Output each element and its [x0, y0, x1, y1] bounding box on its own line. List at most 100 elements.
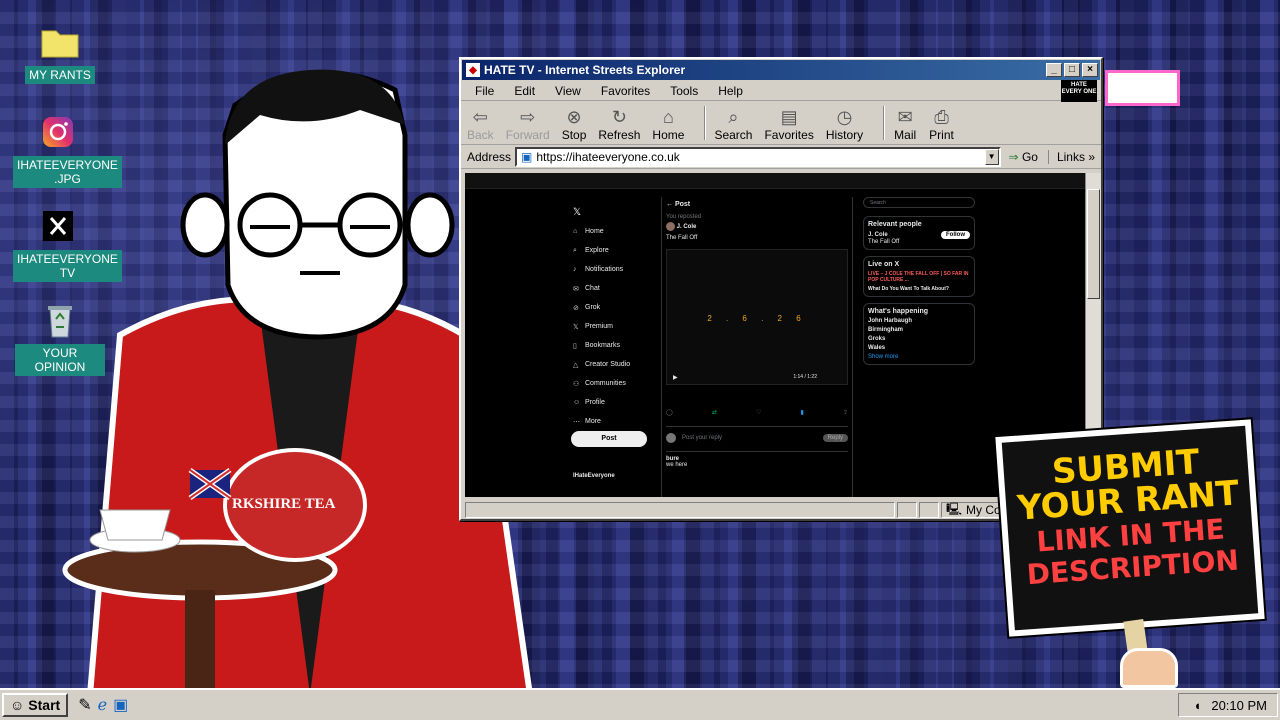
grok-icon: ⊘ — [573, 304, 579, 312]
reply-button[interactable]: Reply — [822, 434, 848, 442]
menu-view[interactable]: View — [545, 84, 591, 98]
post-author[interactable]: J. Cole — [666, 222, 848, 231]
x-post-button[interactable]: Post — [571, 431, 647, 447]
post-text: The Fall Off — [666, 235, 698, 241]
nav-bookmarks[interactable]: ▯ Bookmarks — [573, 336, 630, 355]
start-button[interactable]: ☺ Start — [2, 693, 69, 717]
share-icon[interactable]: ⇪ — [843, 409, 848, 416]
repost-icon[interactable]: ⇄ — [712, 409, 717, 416]
chat-icon: ✉ — [573, 285, 579, 293]
scroll-thumb[interactable] — [1087, 189, 1100, 299]
back-arrow-icon[interactable]: ← — [666, 201, 673, 208]
nav-explore[interactable]: ⌕ Explore — [573, 241, 630, 260]
trend-item[interactable]: Birmingham — [868, 327, 970, 333]
menu-edit[interactable]: Edit — [504, 84, 545, 98]
toolbar-separator — [883, 106, 886, 140]
print-icon: ⎙ — [934, 106, 949, 127]
reply-icon[interactable]: ◯ — [666, 409, 673, 416]
nav-creator-studio[interactable]: △ Creator Studio — [573, 355, 630, 374]
address-value: https://ihateeveryone.co.uk — [536, 149, 680, 164]
whats-happening-card: What's happening John Harbaugh Birmingha… — [863, 303, 975, 365]
live-item[interactable]: LIVE – J COLE THE FALL OFF | SO FAR IN P… — [868, 271, 970, 283]
nav-more[interactable]: ⋯ More — [573, 412, 630, 431]
bookmark-icon: ▯ — [573, 342, 577, 350]
taskbar: ☺ Start ✎ ℯ ▣ ◖ 20:10 PM — [0, 688, 1280, 720]
relevant-person-bio: The Fall Off — [868, 239, 900, 245]
menu-bar: File Edit View Favorites Tools Help HATE… — [461, 80, 1101, 102]
relevant-person-name[interactable]: J. Cole — [868, 232, 888, 238]
home-button[interactable]: ⌂ Home — [652, 106, 684, 143]
home-icon: ⌂ — [573, 228, 578, 235]
home-icon: ⌂ — [662, 106, 674, 127]
bookmark-icon[interactable]: ▮ — [801, 409, 804, 416]
more-icon: ⋯ — [573, 418, 580, 426]
stop-icon: ⊗ — [566, 106, 582, 127]
nav-chat[interactable]: ✉ Chat — [573, 279, 630, 298]
chevron-down-icon[interactable]: ▼ — [984, 148, 999, 165]
desktop-icon[interactable]: ▣ — [113, 695, 128, 715]
menu-tools[interactable]: Tools — [660, 84, 708, 98]
forward-button[interactable]: ⇨ Forward — [506, 106, 550, 143]
start-logo-icon: ☺ — [10, 697, 25, 713]
trend-item[interactable]: Groks — [868, 336, 970, 342]
page-icon: ▣ — [521, 149, 533, 164]
nav-grok[interactable]: ⊘ Grok — [573, 298, 630, 317]
inner-browser-bar — [465, 173, 1085, 189]
status-text — [465, 502, 895, 518]
nav-premium[interactable]: 𝕏 Premium — [573, 317, 630, 336]
menu-help[interactable]: Help — [708, 84, 753, 98]
relevant-people-card: Relevant people J. Cole Follow The Fall … — [863, 216, 975, 250]
favorites-icon: ▤ — [780, 106, 798, 127]
trend-item[interactable]: Wales — [868, 345, 970, 351]
play-icon[interactable]: ▶ — [673, 374, 678, 381]
close-button[interactable]: × — [1082, 63, 1098, 77]
links-button[interactable]: Links » — [1047, 149, 1095, 164]
volume-icon[interactable]: ◖ — [1193, 698, 1201, 713]
mail-button[interactable]: ✉ Mail — [893, 106, 917, 143]
show-more-link[interactable]: Show more — [868, 354, 970, 360]
video-countdown: 2 . 6 . 2 6 — [707, 314, 807, 323]
notepad-icon[interactable]: ✎ — [78, 695, 91, 715]
history-button[interactable]: ◷ History — [826, 106, 863, 143]
nav-home[interactable]: ⌂ Home — [573, 222, 630, 241]
x-main-column: ← Post You reposted J. Cole The Fall Off… — [661, 197, 853, 497]
go-button[interactable]: ⇒ Go — [1009, 150, 1038, 164]
video-player[interactable]: 2 . 6 . 2 6 1:14 / 1:22 ▶ — [666, 249, 848, 385]
window-titlebar[interactable]: ◆ HATE TV - Internet Streets Explorer _ … — [462, 60, 1100, 80]
trend-item[interactable]: John Harbaugh — [868, 318, 970, 324]
status-cell — [919, 502, 939, 518]
reply-input[interactable]: Post your reply — [682, 435, 722, 441]
bell-icon: ♪ — [573, 266, 577, 273]
x-search-input[interactable]: Search — [863, 197, 975, 208]
x-right-sidebar: Search Relevant people J. Cole Follow Th… — [863, 197, 975, 371]
print-button[interactable]: ⎙ Print — [929, 106, 954, 143]
premium-icon: 𝕏 — [573, 323, 579, 331]
favorites-button[interactable]: ▤ Favorites — [764, 106, 813, 143]
back-button[interactable]: ⇦ Back — [467, 106, 494, 143]
maximize-button[interactable]: □ — [1064, 63, 1080, 77]
internet-explorer-icon[interactable]: ℯ — [98, 695, 107, 715]
refresh-button[interactable]: ↻ Refresh — [598, 106, 640, 143]
follow-button[interactable]: Follow — [941, 231, 970, 239]
address-input[interactable]: ▣ https://ihateeveryone.co.uk ▼ — [515, 146, 1001, 167]
x-logo-icon[interactable]: 𝕏 — [573, 203, 630, 222]
search-icon: ⌕ — [728, 106, 739, 127]
computer-icon: 🖳 — [946, 501, 963, 516]
page-content: 𝕏 ⌂ Home ⌕ Explore ♪ Notifications ✉ Chat ⊘ G… — [465, 173, 1085, 497]
stop-button[interactable]: ⊗ Stop — [562, 106, 587, 143]
post-header: ← Post — [666, 201, 691, 208]
live-item[interactable]: What Do You Want To Talk About? — [868, 286, 970, 292]
forward-arrow-icon: ⇨ — [520, 106, 536, 127]
back-arrow-icon: ⇦ — [472, 106, 488, 127]
post-actions: ◯ ⇄ ♡ ▮ ⇪ — [666, 409, 848, 416]
nav-communities[interactable]: ⚇ Communities — [573, 374, 630, 393]
menu-favorites[interactable]: Favorites — [591, 84, 660, 98]
x-profile-switcher[interactable]: IHateEveryone — [573, 473, 615, 479]
like-icon[interactable]: ♡ — [756, 409, 761, 416]
menu-file[interactable]: File — [465, 84, 504, 98]
nav-profile[interactable]: ☺ Profile — [573, 393, 630, 412]
search-button[interactable]: ⌕ Search — [714, 106, 752, 143]
nav-notifications[interactable]: ♪ Notifications — [573, 260, 630, 279]
quick-launch: ✎ ℯ ▣ — [78, 695, 128, 715]
minimize-button[interactable]: _ — [1046, 63, 1062, 77]
